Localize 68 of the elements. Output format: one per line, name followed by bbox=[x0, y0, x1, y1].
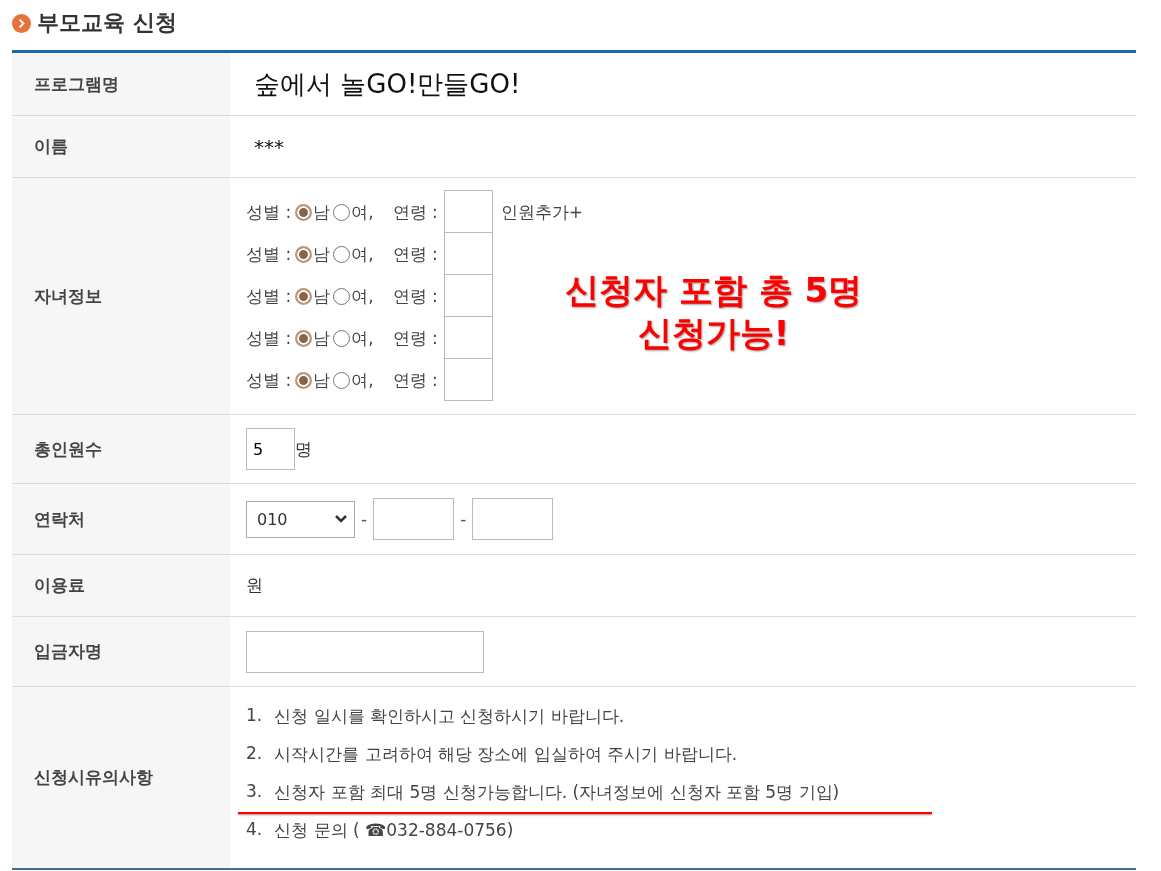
radio-button[interactable] bbox=[295, 203, 313, 221]
gender-label: 성별 : bbox=[246, 326, 292, 350]
annotation-text: 신청자 포함 총 5명 bbox=[565, 270, 863, 311]
radio-option[interactable]: 남 bbox=[295, 242, 331, 266]
field-label: 입금자명 bbox=[34, 640, 102, 663]
gender-label: 성별 : bbox=[246, 242, 292, 266]
notice-text: 시작시간를 고려하여 해당 장소에 입실하여 주시기 바랍니다. bbox=[274, 743, 738, 766]
age-field[interactable] bbox=[443, 190, 493, 233]
gender-label: 성별 : bbox=[246, 368, 292, 392]
age-field[interactable] bbox=[443, 232, 493, 275]
notice-text: 신청 일시를 확인하시고 신청하시기 바랍니다. bbox=[274, 705, 625, 728]
notice-text: 신청자 포함 최대 5명 신청가능합니다. (자녀정보에 신청자 포함 5명 기입) bbox=[274, 781, 840, 804]
age-label: 연령 : bbox=[392, 368, 438, 392]
radio-option[interactable]: 남 bbox=[295, 284, 331, 308]
radio-option[interactable]: 여, bbox=[333, 368, 374, 392]
section-title: 부모교육 신청 bbox=[37, 9, 177, 37]
dash-separator: - bbox=[361, 509, 368, 529]
chevron-down-icon bbox=[334, 514, 348, 524]
radio-option[interactable]: 여, bbox=[333, 284, 374, 308]
radio-option[interactable]: 남 bbox=[295, 368, 331, 392]
radio-button[interactable] bbox=[295, 287, 313, 305]
radio-button[interactable] bbox=[333, 245, 351, 263]
field-label: 연락처 bbox=[34, 507, 85, 531]
radio-option[interactable]: 여, bbox=[333, 326, 374, 350]
radio-button[interactable] bbox=[295, 329, 313, 347]
depositor-field[interactable] bbox=[246, 630, 484, 673]
field-label: 프로그램명 bbox=[34, 72, 119, 96]
unit-label: 명 bbox=[295, 437, 312, 461]
gender-label: 성별 : bbox=[246, 200, 292, 224]
program-name: 숲에서 놀GO!만들GO! bbox=[253, 67, 521, 101]
radio-option[interactable]: 남 bbox=[295, 326, 331, 350]
field-label: 총인원수 bbox=[34, 437, 102, 461]
radio-option[interactable]: 남 bbox=[295, 200, 331, 224]
radio-option[interactable]: 여, bbox=[333, 242, 374, 266]
age-field[interactable] bbox=[443, 316, 493, 359]
age-field[interactable] bbox=[443, 358, 493, 401]
list-number: 3. bbox=[246, 781, 263, 803]
list-number: 4. bbox=[246, 819, 263, 841]
radio-button[interactable] bbox=[333, 203, 351, 221]
radio-button[interactable] bbox=[333, 371, 351, 389]
field-label: 이용료 bbox=[34, 574, 85, 597]
field-label: 자녀정보 bbox=[34, 284, 102, 308]
count-field[interactable]: 5 bbox=[246, 428, 295, 470]
gender-label: 성별 : bbox=[246, 284, 292, 308]
field-value: 원 bbox=[246, 574, 263, 597]
age-label: 연령 : bbox=[392, 242, 438, 266]
notice-text: 신청 문의 ( ☎032-884-0756) bbox=[274, 819, 514, 842]
field-value: *** bbox=[253, 134, 284, 159]
phone-field[interactable] bbox=[472, 498, 554, 540]
list-number: 1. bbox=[246, 705, 263, 727]
radio-button[interactable] bbox=[333, 329, 351, 347]
phone-field[interactable] bbox=[373, 498, 455, 540]
dash-separator: - bbox=[460, 509, 467, 529]
radio-button[interactable] bbox=[295, 245, 313, 263]
age-field[interactable] bbox=[443, 274, 493, 317]
annotation-text: 신청가능! bbox=[637, 312, 790, 354]
radio-button[interactable] bbox=[295, 371, 313, 389]
list-number: 2. bbox=[246, 743, 263, 765]
radio-option[interactable]: 여, bbox=[333, 200, 374, 224]
age-label: 연령 : bbox=[392, 200, 438, 224]
age-label: 연령 : bbox=[392, 326, 438, 350]
select-field[interactable]: 010 bbox=[246, 500, 355, 538]
chevron-circle-icon bbox=[12, 13, 31, 33]
add-person-link[interactable]: 인원추가+ bbox=[500, 200, 583, 224]
radio-button[interactable] bbox=[333, 287, 351, 305]
field-label: 신청시유의사항 bbox=[34, 766, 153, 789]
age-label: 연령 : bbox=[392, 284, 438, 308]
field-label: 이름 bbox=[34, 135, 68, 158]
